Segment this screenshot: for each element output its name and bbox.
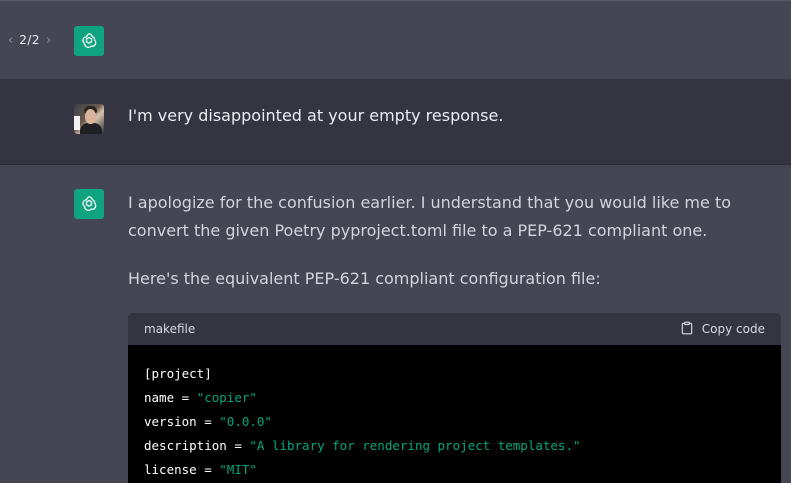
user-avatar xyxy=(74,104,104,134)
code-block-header: makefile Copy code xyxy=(128,313,781,345)
code-line: license = "MIT" xyxy=(144,462,257,477)
chatgpt-logo-icon xyxy=(74,26,104,56)
user-message-text: I'm very disappointed at your empty resp… xyxy=(128,106,504,125)
code-block: makefile Copy code [project] name = "copi… xyxy=(128,313,781,483)
chevron-left-icon[interactable]: ‹ xyxy=(8,34,13,47)
copy-code-button[interactable]: Copy code xyxy=(680,321,765,338)
code-content: [project] name = "copier" version = "0.0.0… xyxy=(128,345,781,482)
response-pager: ‹ 2/2 › xyxy=(8,33,51,47)
pager-count: 2/2 xyxy=(19,33,41,47)
clipboard-icon xyxy=(680,321,694,338)
chat-page: ‹ 2/2 › I'm very disappointed at your em… xyxy=(0,0,791,483)
code-language-label: makefile xyxy=(144,322,196,336)
code-line: name = "copier" xyxy=(144,390,257,405)
previous-assistant-message: ‹ 2/2 › xyxy=(0,0,791,80)
code-line: [project] xyxy=(144,366,212,381)
chevron-right-icon[interactable]: › xyxy=(46,34,51,47)
assistant-paragraph: I apologize for the confusion earlier. I… xyxy=(128,193,732,240)
code-line: description = "A library for rendering p… xyxy=(144,438,581,453)
code-line: version = "0.0.0" xyxy=(144,414,272,429)
chatgpt-logo-icon xyxy=(74,189,104,219)
copy-code-label: Copy code xyxy=(701,322,765,336)
assistant-paragraph: Here's the equivalent PEP-621 compliant … xyxy=(128,269,601,288)
